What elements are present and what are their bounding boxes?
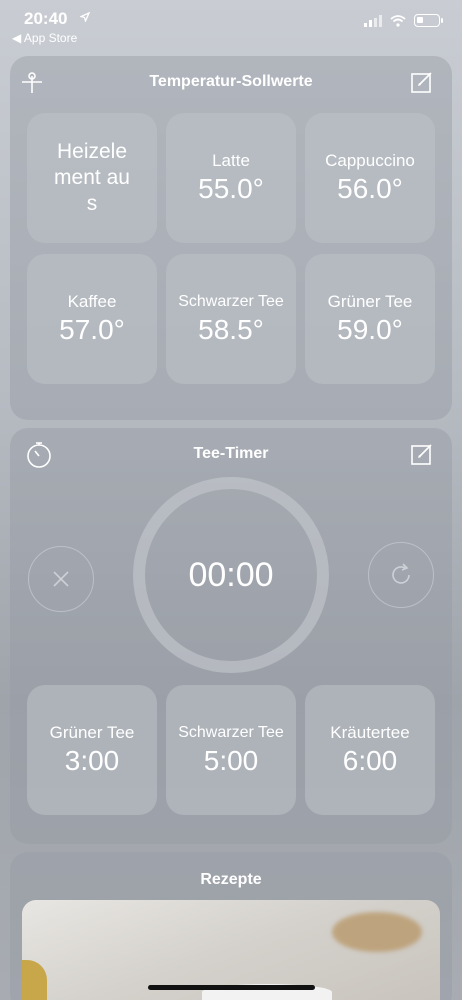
tile-label: Schwarzer Tee xyxy=(178,293,284,310)
battery-icon xyxy=(414,14,443,27)
tile-value: 5:00 xyxy=(203,745,259,776)
recipes-title: Rezepte xyxy=(200,871,262,888)
temp-tile-cappuccino[interactable]: Cappuccino 56.0° xyxy=(305,113,435,243)
photo-detail xyxy=(22,960,47,1000)
tile-value: 59.0° xyxy=(337,314,403,345)
timer-preset-kraeutertee[interactable]: Kräutertee 6:00 xyxy=(305,685,435,815)
photo-detail xyxy=(332,912,422,952)
tile-label: Schwarzer Tee xyxy=(178,724,284,741)
cancel-timer-button[interactable] xyxy=(28,546,94,612)
location-arrow-icon xyxy=(80,12,90,22)
tile-value: 3:00 xyxy=(64,745,120,776)
edit-icon[interactable] xyxy=(410,70,434,94)
tile-label: Kaffee xyxy=(67,292,117,311)
wifi-icon xyxy=(390,14,406,27)
temp-tile-kaffee[interactable]: Kaffee 57.0° xyxy=(27,254,157,384)
timer-preset-schwarzer-tee[interactable]: Schwarzer Tee 5:00 xyxy=(166,685,296,815)
tile-value: 55.0° xyxy=(198,173,264,204)
tile-label: Cappuccino xyxy=(325,151,415,170)
tile-value: 6:00 xyxy=(342,745,398,776)
tile-value: 56.0° xyxy=(337,173,403,204)
status-bar: 20:40 ◀ App Store xyxy=(0,0,462,50)
tile-label: Grüner Tee xyxy=(327,292,413,311)
tile-label: Heizelement aus xyxy=(54,140,130,215)
temperature-card: Temperatur-Sollwerte Heizelement aus Lat… xyxy=(10,56,452,420)
temperature-title: Temperatur-Sollwerte xyxy=(149,73,313,90)
temp-tile-latte[interactable]: Latte 55.0° xyxy=(166,113,296,243)
refresh-icon xyxy=(392,563,410,584)
status-icons xyxy=(364,14,443,27)
timer-preset-gruener-tee[interactable]: Grüner Tee 3:00 xyxy=(27,685,157,815)
tile-label: Grüner Tee xyxy=(49,723,135,742)
home-indicator[interactable] xyxy=(148,985,315,990)
tile-label: Latte xyxy=(212,151,250,170)
temp-tile-gruener-tee[interactable]: Grüner Tee 59.0° xyxy=(305,254,435,384)
reset-timer-button[interactable] xyxy=(368,542,434,608)
back-to-app-link[interactable]: ◀ App Store xyxy=(12,31,77,45)
edit-icon[interactable] xyxy=(410,442,434,466)
timer-ring[interactable]: 00:00 xyxy=(133,477,329,673)
tile-label: Kräutertee xyxy=(330,723,410,742)
temp-tile-heating-off[interactable]: Heizelement aus xyxy=(27,113,157,243)
status-time: 20:40 xyxy=(24,9,68,28)
tile-value: 58.5° xyxy=(198,314,264,345)
temp-tile-schwarzer-tee[interactable]: Schwarzer Tee 58.5° xyxy=(166,254,296,384)
tea-timer-title: Tee-Timer xyxy=(193,445,269,462)
close-icon xyxy=(53,571,69,587)
signal-icon xyxy=(364,14,382,27)
tile-value: 57.0° xyxy=(59,314,125,345)
timer-display: 00:00 xyxy=(188,555,274,594)
